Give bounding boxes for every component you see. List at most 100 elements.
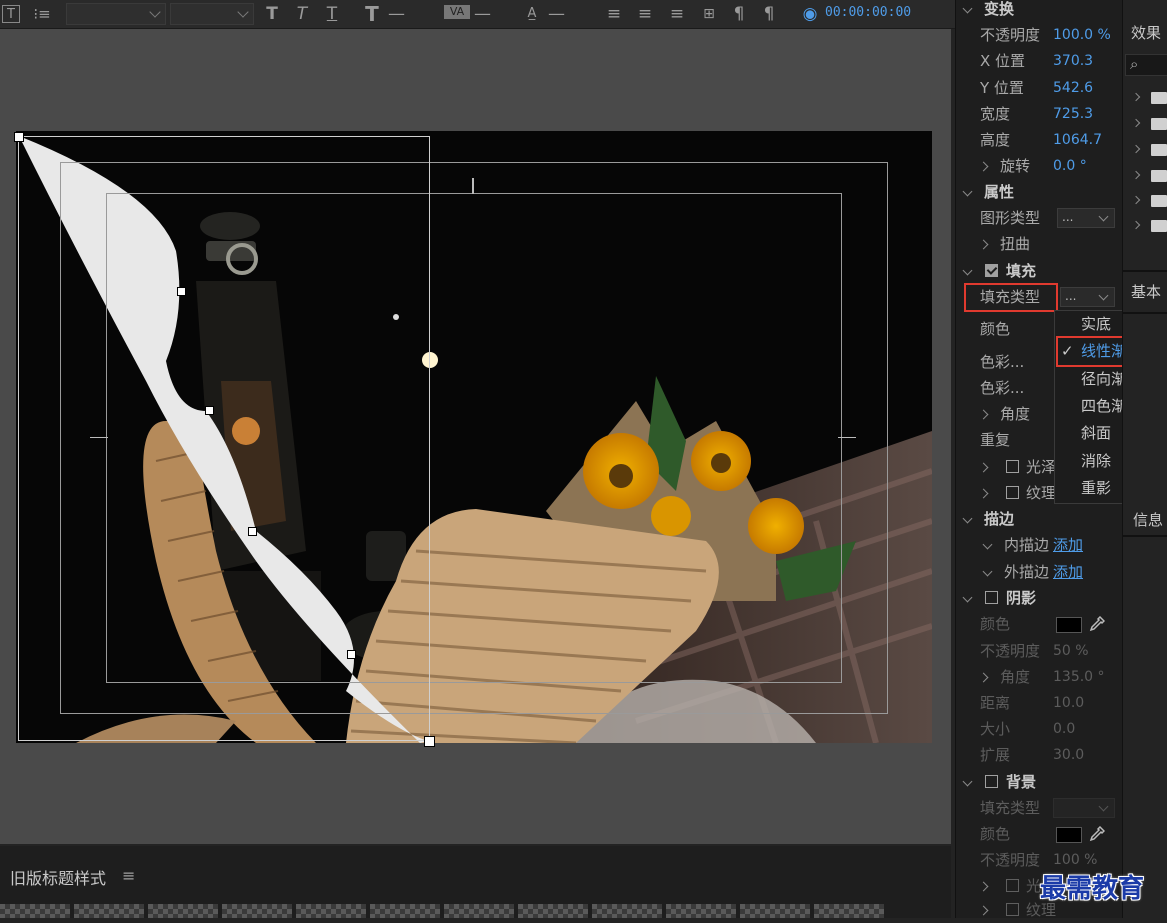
rtl-icon[interactable]: ¶	[758, 4, 780, 24]
bg-color-swatch[interactable]	[1056, 827, 1082, 843]
prop-value[interactable]: 370.3	[1053, 48, 1093, 74]
section-shadow[interactable]: 阴影	[956, 585, 1123, 611]
control-point-handle[interactable]	[205, 406, 214, 415]
side-panels: 效果 ⌕ 基本 信息	[1122, 0, 1167, 918]
control-point-handle[interactable]	[248, 527, 257, 536]
prop-value[interactable]: 1064.7	[1053, 127, 1102, 153]
expand-chevron-icon[interactable]	[1131, 220, 1141, 230]
align-left-icon[interactable]: ≡	[603, 4, 625, 24]
expand-chevron-icon[interactable]	[978, 161, 989, 172]
shape-bounding-box[interactable]	[18, 136, 430, 741]
texture-checkbox[interactable]	[1006, 486, 1019, 499]
essential-graphics-tab[interactable]: 基本	[1131, 281, 1167, 302]
prop-value[interactable]: 10.0	[1053, 690, 1084, 716]
add-outer-stroke-link[interactable]: 添加	[1053, 559, 1083, 585]
title-style-thumb[interactable]	[74, 904, 144, 918]
prop-shadow-angle[interactable]: 角度 135.0 °	[956, 664, 1123, 690]
shape-type-select[interactable]: ...	[1057, 208, 1115, 228]
title-style-thumb[interactable]	[518, 904, 588, 918]
legacy-title-styles-panel: 旧版标题样式 ≡	[0, 846, 951, 918]
prop-x-position: X 位置 370.3	[956, 48, 1123, 74]
panel-menu-icon[interactable]: ≡	[122, 866, 135, 885]
section-transform[interactable]: 变换	[956, 0, 1123, 22]
prop-distort[interactable]: 扭曲	[956, 231, 1123, 257]
expand-chevron-icon[interactable]	[1131, 92, 1141, 102]
eyedropper-icon[interactable]	[1089, 616, 1105, 632]
shadow-color-swatch[interactable]	[1056, 617, 1082, 633]
font-size-icon[interactable]: T	[360, 4, 384, 24]
show-background-video-icon[interactable]: ◉	[799, 4, 821, 24]
expand-chevron-icon[interactable]	[1131, 118, 1141, 128]
leading-value[interactable]: —	[548, 4, 565, 24]
add-inner-stroke-link[interactable]: 添加	[1053, 532, 1083, 558]
title-style-thumb[interactable]	[296, 904, 366, 918]
prop-value[interactable]: 50 %	[1053, 638, 1089, 664]
title-style-thumb[interactable]	[370, 904, 440, 918]
prop-rotation[interactable]: 旋转 0.0 °	[956, 153, 1123, 179]
prop-shadow-opacity: 不透明度 50 %	[956, 638, 1123, 664]
prop-value[interactable]: 0.0 °	[1053, 153, 1087, 179]
title-style-thumb[interactable]	[814, 904, 884, 918]
prop-value[interactable]: 0.0	[1053, 716, 1075, 742]
section-attributes[interactable]: 属性	[956, 179, 1123, 205]
control-point-handle[interactable]	[424, 736, 435, 747]
bg-gloss-checkbox[interactable]	[1006, 879, 1019, 892]
bg-texture-checkbox[interactable]	[1006, 903, 1019, 916]
eyedropper-icon[interactable]	[1089, 826, 1105, 842]
expand-chevron-icon[interactable]	[978, 409, 989, 420]
bg-fill-type-select[interactable]	[1053, 798, 1115, 818]
expand-chevron-icon[interactable]	[1131, 144, 1141, 154]
effects-search-input[interactable]: ⌕	[1125, 54, 1167, 76]
section-fill[interactable]: 填充	[956, 258, 1123, 284]
prop-value[interactable]: 135.0 °	[1053, 664, 1105, 690]
italic-icon[interactable]: T	[292, 4, 312, 24]
fill-type-select[interactable]: ...	[1060, 287, 1115, 307]
title-style-thumb[interactable]	[444, 904, 514, 918]
expand-chevron-icon[interactable]	[1131, 170, 1141, 180]
kerning-value[interactable]: —	[474, 4, 491, 24]
shadow-checkbox[interactable]	[985, 591, 998, 604]
expand-chevron-icon[interactable]	[978, 462, 989, 473]
effects-tab[interactable]: 效果	[1131, 22, 1167, 43]
text-align-icon[interactable]: ⁝≡	[30, 4, 54, 24]
font-size-value[interactable]: —	[388, 4, 405, 24]
background-checkbox[interactable]	[985, 775, 998, 788]
title-style-thumb[interactable]	[0, 904, 70, 918]
control-point-handle[interactable]	[14, 132, 24, 142]
bold-icon[interactable]: T	[262, 4, 282, 24]
expand-chevron-icon[interactable]	[978, 239, 989, 250]
expand-chevron-icon[interactable]	[978, 488, 989, 499]
underline-icon[interactable]: T	[322, 4, 342, 24]
leading-icon[interactable]: A̲	[520, 4, 544, 24]
timecode[interactable]: 00:00:00:00	[825, 5, 911, 20]
section-stroke[interactable]: 描边	[956, 506, 1123, 532]
gloss-checkbox[interactable]	[1006, 460, 1019, 473]
fill-checkbox[interactable]	[985, 264, 998, 277]
control-point-handle[interactable]	[177, 287, 186, 296]
control-point-handle[interactable]	[347, 650, 356, 659]
prop-value[interactable]: 542.6	[1053, 75, 1093, 101]
expand-chevron-icon[interactable]	[978, 905, 989, 916]
search-icon: ⌕	[1130, 55, 1139, 73]
expand-chevron-icon[interactable]	[1131, 195, 1141, 205]
title-style-thumb[interactable]	[222, 904, 292, 918]
prop-value[interactable]: 100.0 %	[1053, 22, 1111, 48]
font-family-dropdown[interactable]	[66, 3, 166, 25]
prop-value[interactable]: 725.3	[1053, 101, 1093, 127]
text-tool-icon[interactable]: T	[2, 5, 20, 23]
expand-chevron-icon[interactable]	[978, 881, 989, 892]
title-style-thumb[interactable]	[592, 904, 662, 918]
title-style-thumb[interactable]	[666, 904, 736, 918]
kerning-icon[interactable]: VA	[444, 5, 470, 19]
info-tab[interactable]: 信息	[1133, 509, 1167, 530]
align-center-icon[interactable]: ≡	[634, 4, 656, 24]
prop-value[interactable]: 30.0	[1053, 742, 1084, 768]
tab-stops-icon[interactable]: ⊞	[698, 4, 720, 24]
expand-chevron-icon[interactable]	[978, 672, 989, 683]
font-style-dropdown[interactable]	[170, 3, 254, 25]
section-background[interactable]: 背景	[956, 769, 1123, 795]
align-right-icon[interactable]: ≡	[666, 4, 688, 24]
ltr-icon[interactable]: ¶	[728, 4, 750, 24]
title-style-thumb[interactable]	[740, 904, 810, 918]
title-style-thumb[interactable]	[148, 904, 218, 918]
